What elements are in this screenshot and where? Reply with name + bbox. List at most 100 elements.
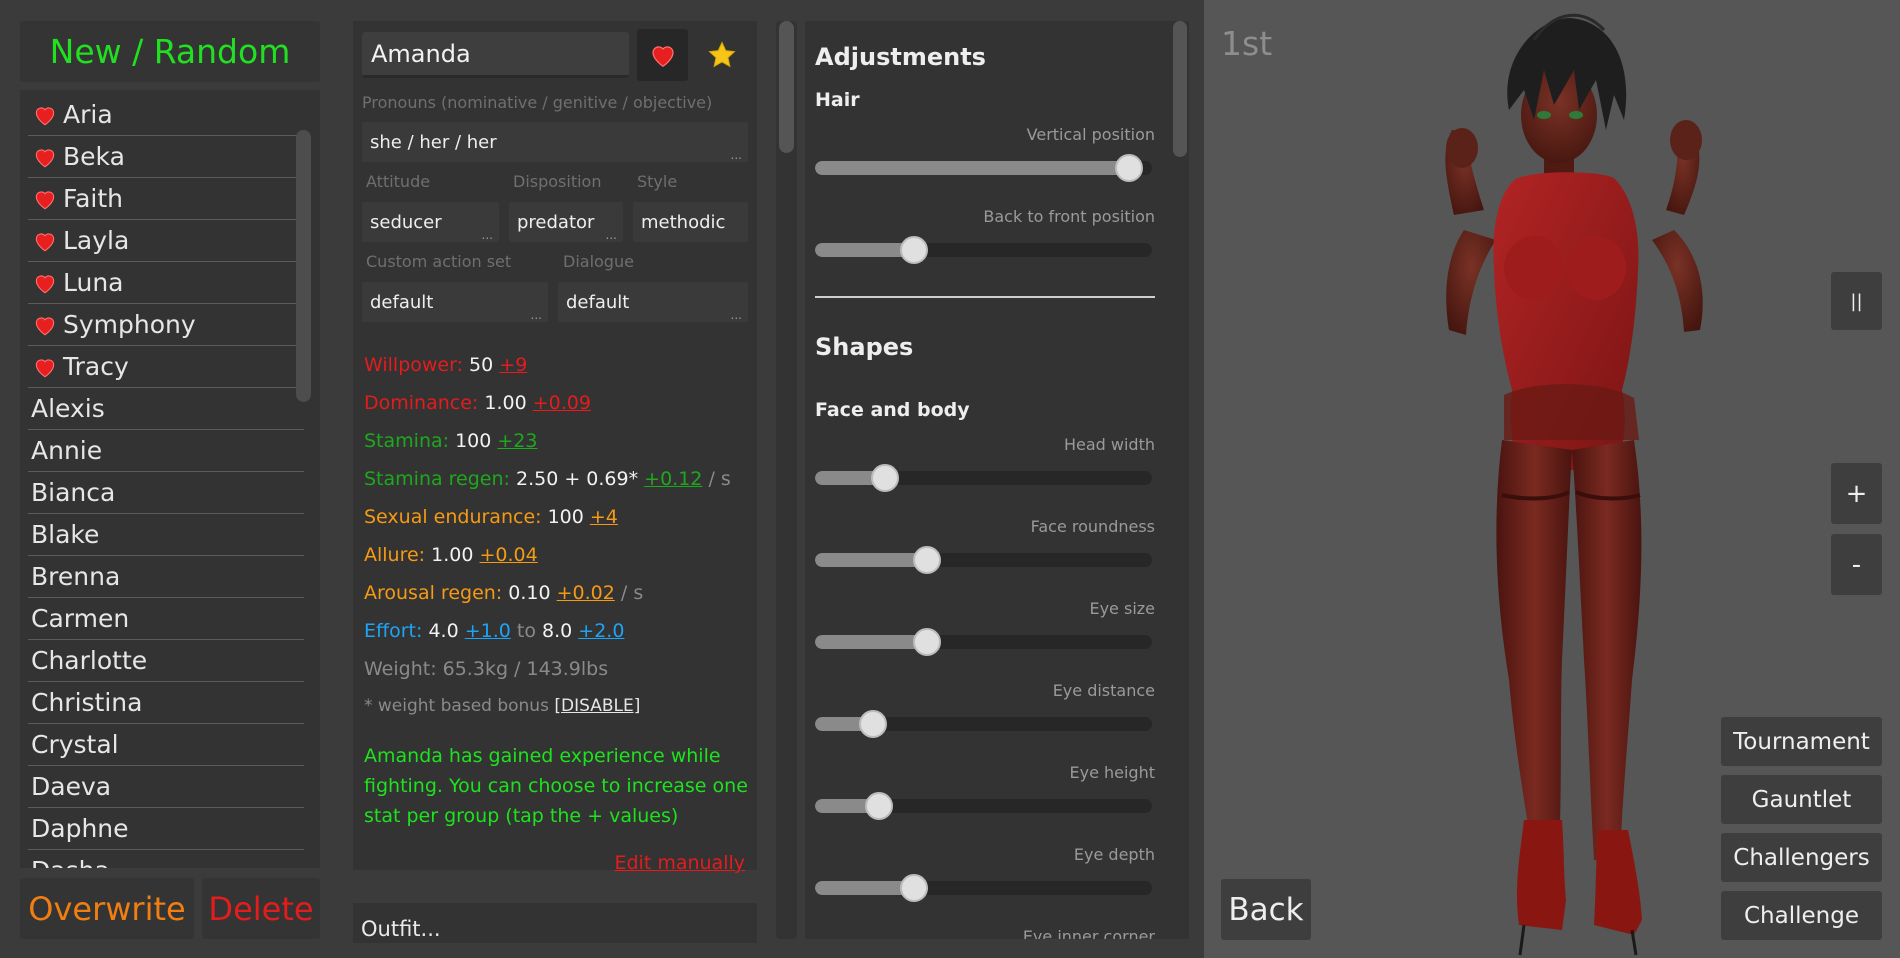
endurance-plus[interactable]: +4 <box>590 506 618 528</box>
shape-slider-track[interactable] <box>815 471 1152 485</box>
character-name: Brenna <box>31 562 121 591</box>
style-field[interactable]: methodic <box>633 202 748 242</box>
pause-button[interactable]: || <box>1831 272 1882 330</box>
delete-button[interactable]: Delete <box>202 878 320 939</box>
list-item[interactable]: Bianca <box>28 472 304 514</box>
stats-scrollbar[interactable] <box>779 21 794 153</box>
list-item[interactable]: Aria <box>28 94 304 136</box>
list-item[interactable]: Luna <box>28 262 304 304</box>
challengers-button[interactable]: Challengers <box>1721 833 1882 882</box>
more-icon: ... <box>730 148 742 162</box>
action-set-value: default <box>370 291 434 313</box>
effort-max-plus[interactable]: +2.0 <box>578 620 624 642</box>
list-item[interactable]: Daphne <box>28 808 304 850</box>
character-name: Faith <box>63 184 123 213</box>
attitude-field[interactable]: seducer... <box>362 202 499 242</box>
outfit-button[interactable]: Outfit... <box>353 903 757 943</box>
disposition-field[interactable]: predator... <box>509 202 623 242</box>
list-item[interactable]: Christina <box>28 682 304 724</box>
list-item[interactable]: Beka <box>28 136 304 178</box>
list-scrollbar[interactable] <box>296 130 311 402</box>
hair-slider-label: Vertical position <box>1026 125 1155 144</box>
slider-fill <box>815 161 1129 175</box>
shape-slider-knob[interactable] <box>900 874 928 902</box>
shape-slider-knob[interactable] <box>871 464 899 492</box>
weight-stat: Weight: 65.3kg / 143.9lbs <box>364 658 609 680</box>
pronouns-label: Pronouns (nominative / genitive / object… <box>362 93 713 112</box>
disposition-value: predator <box>517 211 595 233</box>
list-item[interactable]: Daeva <box>28 766 304 808</box>
experience-message: Amanda has gained experience while fight… <box>364 745 748 827</box>
star-button[interactable] <box>696 29 747 81</box>
list-item[interactable]: Alexis <box>28 388 304 430</box>
adjustments-scrollbar[interactable] <box>1173 21 1187 157</box>
list-item[interactable]: Annie <box>28 430 304 472</box>
effort-min-plus[interactable]: +1.0 <box>465 620 511 642</box>
edit-manually-link[interactable]: Edit manually <box>614 852 745 874</box>
hair-slider-knob[interactable] <box>900 236 928 264</box>
name-field[interactable]: Amanda <box>362 32 629 78</box>
list-item[interactable]: Layla <box>28 220 304 262</box>
list-item[interactable]: Charlotte <box>28 640 304 682</box>
overwrite-button[interactable]: Overwrite <box>20 878 194 939</box>
action-set-field[interactable]: default... <box>362 282 548 322</box>
list-item[interactable]: Crystal <box>28 724 304 766</box>
ranking-place: 1st <box>1221 24 1273 63</box>
character-list[interactable]: Aria Beka Faith Layla Luna Symphony Trac… <box>20 90 320 868</box>
list-item[interactable]: Faith <box>28 178 304 220</box>
list-item[interactable]: Brenna <box>28 556 304 598</box>
list-item[interactable]: Carmen <box>28 598 304 640</box>
hair-slider-track[interactable] <box>815 243 1152 257</box>
heart-icon <box>35 233 55 251</box>
favorite-button[interactable] <box>637 29 688 81</box>
more-icon: ... <box>605 228 617 242</box>
shape-slider-knob[interactable] <box>865 792 893 820</box>
new-random-button[interactable]: New / Random <box>20 21 320 82</box>
arousal-regen-plus[interactable]: +0.02 <box>557 582 615 604</box>
pronouns-field[interactable]: she / her / her... <box>362 122 748 162</box>
gauntlet-button[interactable]: Gauntlet <box>1721 775 1882 824</box>
slider-fill <box>815 635 927 649</box>
character-viewport[interactable]: 1st || + - Tournament Gauntlet Challenge… <box>1204 0 1900 958</box>
slider-fill <box>815 553 927 567</box>
character-name: Luna <box>63 268 124 297</box>
character-name: Tracy <box>63 352 129 381</box>
dialogue-field[interactable]: default... <box>558 282 748 322</box>
zoom-in-button[interactable]: + <box>1831 463 1882 524</box>
face-body-heading: Face and body <box>815 399 970 421</box>
shape-slider-knob[interactable] <box>913 546 941 574</box>
action-set-label: Custom action set <box>366 252 512 271</box>
heart-icon <box>35 149 55 167</box>
stamina-plus[interactable]: +23 <box>497 430 537 452</box>
hair-slider-track[interactable] <box>815 161 1152 175</box>
willpower-plus[interactable]: +9 <box>499 354 527 376</box>
character-name: Blake <box>31 520 100 549</box>
character-model[interactable] <box>1384 0 1764 958</box>
zoom-out-button[interactable]: - <box>1831 534 1882 595</box>
back-button[interactable]: Back <box>1221 879 1311 940</box>
shape-slider-track[interactable] <box>815 881 1152 895</box>
shape-slider-track[interactable] <box>815 553 1152 567</box>
disable-link[interactable]: [DISABLE] <box>554 696 640 716</box>
hair-heading: Hair <box>815 89 860 111</box>
more-icon: ... <box>481 228 493 242</box>
list-item[interactable]: Tracy <box>28 346 304 388</box>
pronouns-value: she / her / her <box>370 131 497 153</box>
shape-slider-label: Eye depth <box>1073 845 1155 864</box>
list-item[interactable]: Blake <box>28 514 304 556</box>
character-name: Charlotte <box>31 646 148 675</box>
tournament-button[interactable]: Tournament <box>1721 717 1882 766</box>
dominance-plus[interactable]: +0.09 <box>533 392 591 414</box>
stamina-regen-plus[interactable]: +0.12 <box>644 468 702 490</box>
list-item[interactable]: Symphony <box>28 304 304 346</box>
shape-slider-knob[interactable] <box>913 628 941 656</box>
style-label: Style <box>637 172 678 191</box>
shape-slider-knob[interactable] <box>859 710 887 738</box>
hair-slider-label: Back to front position <box>983 207 1155 226</box>
challenge-button[interactable]: Challenge <box>1721 891 1882 940</box>
shape-slider-track[interactable] <box>815 635 1152 649</box>
hair-slider-knob[interactable] <box>1115 154 1143 182</box>
list-item[interactable]: Dasha <box>28 850 304 868</box>
allure-plus[interactable]: +0.04 <box>480 544 538 566</box>
shape-slider-label: Eye inner corner <box>1022 927 1155 939</box>
